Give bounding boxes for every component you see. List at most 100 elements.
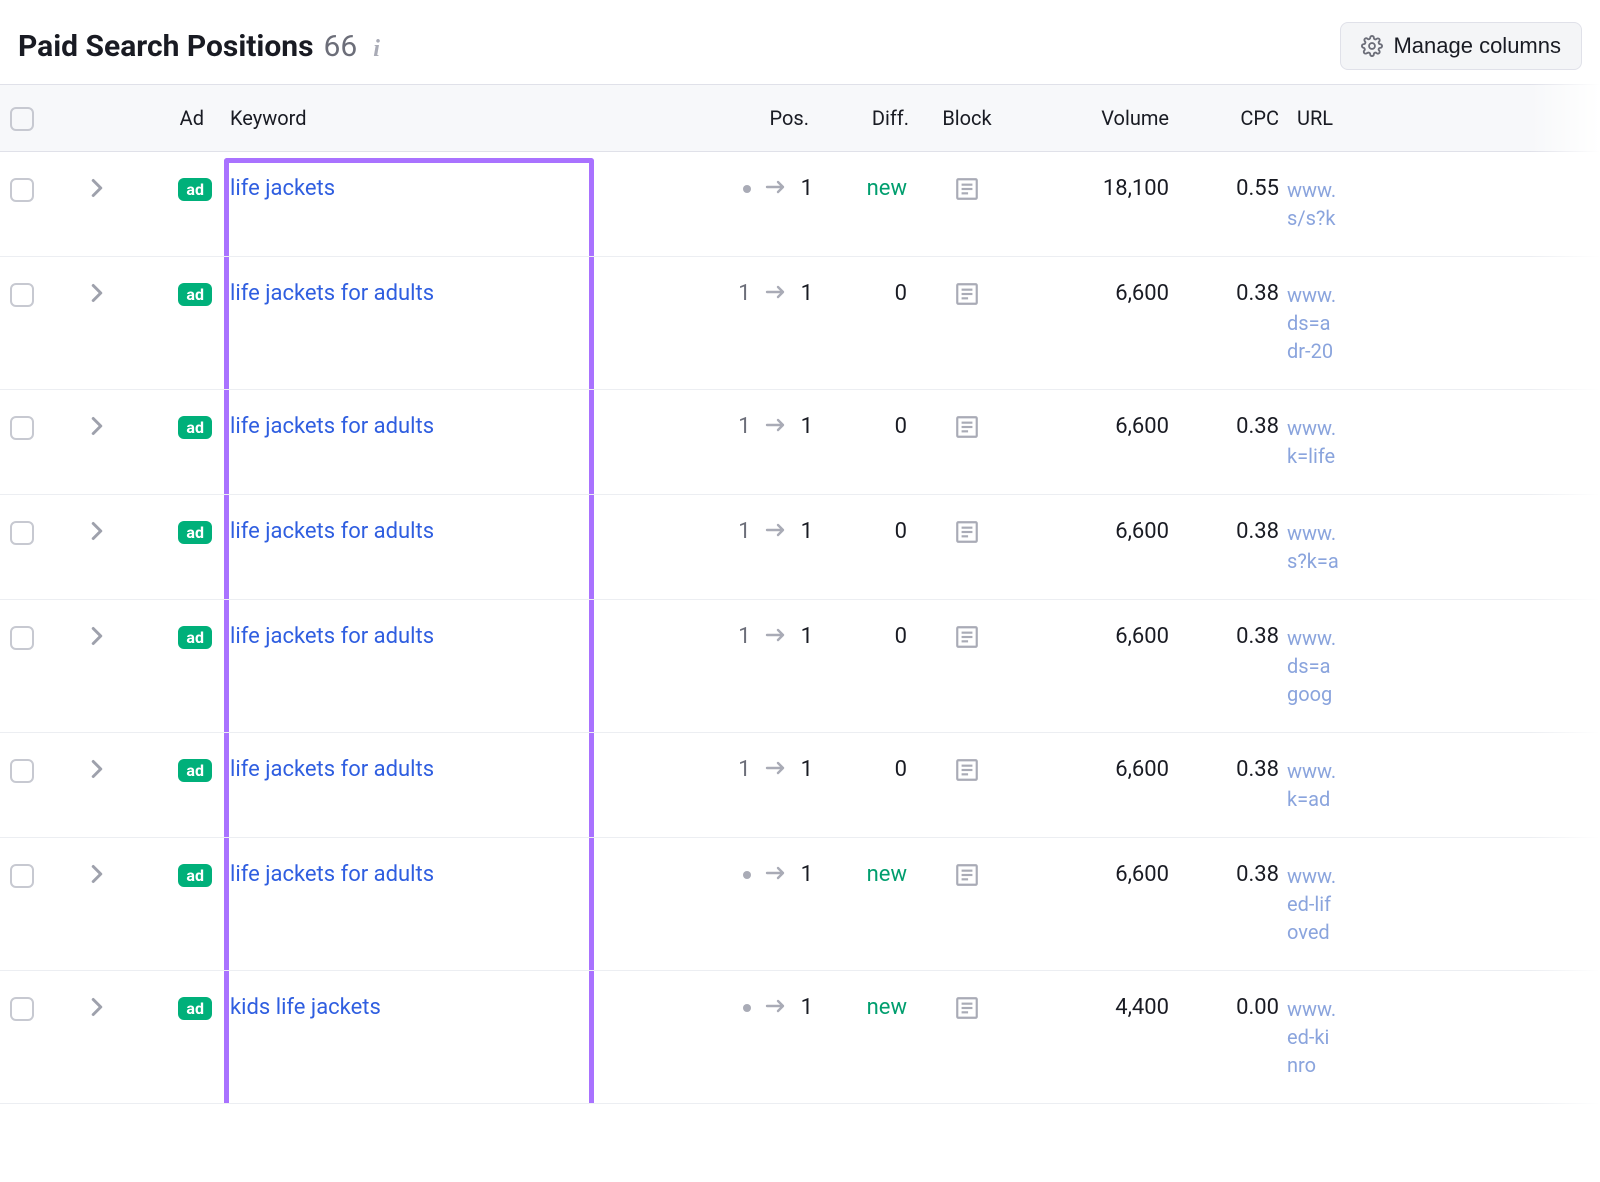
col-cpc[interactable]: CPC — [1177, 106, 1287, 130]
expand-row-icon[interactable] — [62, 178, 132, 198]
col-pos[interactable]: Pos. — [697, 106, 817, 130]
keyword-link[interactable]: life jackets for adults — [230, 757, 434, 782]
keyword-link[interactable]: life jackets — [230, 176, 335, 201]
url-cell[interactable]: www. k=life — [1287, 414, 1587, 470]
col-ad[interactable]: Ad — [132, 106, 212, 130]
serp-block-icon[interactable] — [954, 757, 980, 783]
url-cell[interactable]: www. ed-ki nro — [1287, 995, 1587, 1079]
row-checkbox[interactable] — [10, 626, 34, 650]
arrow-right-icon — [765, 414, 787, 439]
dot-icon — [743, 1004, 751, 1012]
volume-value: 18,100 — [1017, 176, 1177, 201]
ad-badge[interactable]: ad — [178, 626, 212, 649]
serp-block-icon[interactable] — [954, 281, 980, 307]
cpc-value: 0.38 — [1177, 519, 1287, 544]
position-cell: 1 — [697, 176, 817, 201]
arrow-right-icon — [765, 995, 787, 1020]
serp-block-icon[interactable] — [954, 519, 980, 545]
cpc-value: 0.38 — [1177, 862, 1287, 887]
serp-block-icon[interactable] — [954, 995, 980, 1021]
row-checkbox[interactable] — [10, 997, 34, 1021]
row-checkbox[interactable] — [10, 416, 34, 440]
diff-value: 0 — [817, 757, 917, 782]
ad-badge[interactable]: ad — [178, 283, 212, 306]
info-icon[interactable]: i — [373, 36, 380, 63]
url-cell[interactable]: www. ds=a dr-20 — [1287, 281, 1587, 365]
page-header: Paid Search Positions 66 i Manage column… — [0, 0, 1600, 84]
col-volume[interactable]: Volume — [1017, 106, 1177, 130]
serp-block-icon[interactable] — [954, 862, 980, 888]
cpc-value: 0.55 — [1177, 176, 1287, 201]
position-cell: 1 — [697, 995, 817, 1020]
volume-value: 6,600 — [1017, 519, 1177, 544]
position-cell: 11 — [697, 519, 817, 544]
ad-badge[interactable]: ad — [178, 864, 212, 887]
url-cell[interactable]: www. ds=a goog — [1287, 624, 1587, 708]
ad-badge[interactable]: ad — [178, 521, 212, 544]
dot-icon — [743, 871, 751, 879]
keyword-link[interactable]: life jackets for adults — [230, 624, 434, 649]
cpc-value: 0.00 — [1177, 995, 1287, 1020]
col-url[interactable]: URL — [1287, 106, 1587, 130]
position-cell: 11 — [697, 414, 817, 439]
diff-value: new — [817, 995, 917, 1020]
expand-row-icon[interactable] — [62, 626, 132, 646]
expand-row-icon[interactable] — [62, 759, 132, 779]
keyword-link[interactable]: kids life jackets — [230, 995, 381, 1020]
table-row: adlife jackets for adults1new6,6000.38ww… — [0, 838, 1600, 971]
serp-block-icon[interactable] — [954, 176, 980, 202]
table-row: adlife jackets for adults1106,6000.38www… — [0, 257, 1600, 390]
url-cell[interactable]: www. s?k=a — [1287, 519, 1587, 575]
arrow-right-icon — [765, 624, 787, 649]
table-row: adlife jackets for adults1106,6000.38www… — [0, 495, 1600, 600]
expand-row-icon[interactable] — [62, 997, 132, 1017]
col-diff[interactable]: Diff. — [817, 106, 917, 130]
table-row: adkids life jackets1new4,4000.00www. ed-… — [0, 971, 1600, 1104]
expand-row-icon[interactable] — [62, 283, 132, 303]
row-checkbox[interactable] — [10, 759, 34, 783]
arrow-right-icon — [765, 757, 787, 782]
expand-row-icon[interactable] — [62, 416, 132, 436]
keyword-link[interactable]: life jackets for adults — [230, 414, 434, 439]
position-cell: 1 — [697, 862, 817, 887]
manage-columns-button[interactable]: Manage columns — [1340, 22, 1582, 70]
ad-badge[interactable]: ad — [178, 178, 212, 201]
ad-badge[interactable]: ad — [178, 759, 212, 782]
col-keyword[interactable]: Keyword — [212, 106, 502, 130]
table-row: adlife jackets for adults1106,6000.38www… — [0, 600, 1600, 733]
table-row: adlife jackets1new18,1000.55www. s/s?k — [0, 152, 1600, 257]
col-block[interactable]: Block — [917, 106, 1017, 130]
results-count: 66 — [324, 29, 358, 64]
diff-value: 0 — [817, 414, 917, 439]
positions-table: Ad Keyword Pos. Diff. Block Volume CPC U… — [0, 84, 1600, 1104]
ad-badge[interactable]: ad — [178, 997, 212, 1020]
keyword-link[interactable]: life jackets for adults — [230, 862, 434, 887]
diff-value: 0 — [817, 281, 917, 306]
expand-row-icon[interactable] — [62, 521, 132, 541]
volume-value: 6,600 — [1017, 281, 1177, 306]
row-checkbox[interactable] — [10, 864, 34, 888]
keyword-link[interactable]: life jackets for adults — [230, 281, 434, 306]
serp-block-icon[interactable] — [954, 414, 980, 440]
diff-value: 0 — [817, 624, 917, 649]
expand-row-icon[interactable] — [62, 864, 132, 884]
url-cell[interactable]: www. s/s?k — [1287, 176, 1587, 232]
arrow-right-icon — [765, 176, 787, 201]
arrow-right-icon — [765, 281, 787, 306]
url-cell[interactable]: www. k=ad — [1287, 757, 1587, 813]
page-title: Paid Search Positions — [18, 29, 314, 64]
arrow-right-icon — [765, 519, 787, 544]
ad-badge[interactable]: ad — [178, 416, 212, 439]
row-checkbox[interactable] — [10, 521, 34, 545]
gear-icon — [1361, 35, 1383, 57]
serp-block-icon[interactable] — [954, 624, 980, 650]
row-checkbox[interactable] — [10, 178, 34, 202]
table-row: adlife jackets for adults1106,6000.38www… — [0, 733, 1600, 838]
keyword-link[interactable]: life jackets for adults — [230, 519, 434, 544]
url-cell[interactable]: www. ed-lif oved — [1287, 862, 1587, 946]
row-checkbox[interactable] — [10, 283, 34, 307]
diff-value: new — [817, 862, 917, 887]
select-all-checkbox[interactable] — [10, 107, 34, 131]
cpc-value: 0.38 — [1177, 624, 1287, 649]
cpc-value: 0.38 — [1177, 281, 1287, 306]
